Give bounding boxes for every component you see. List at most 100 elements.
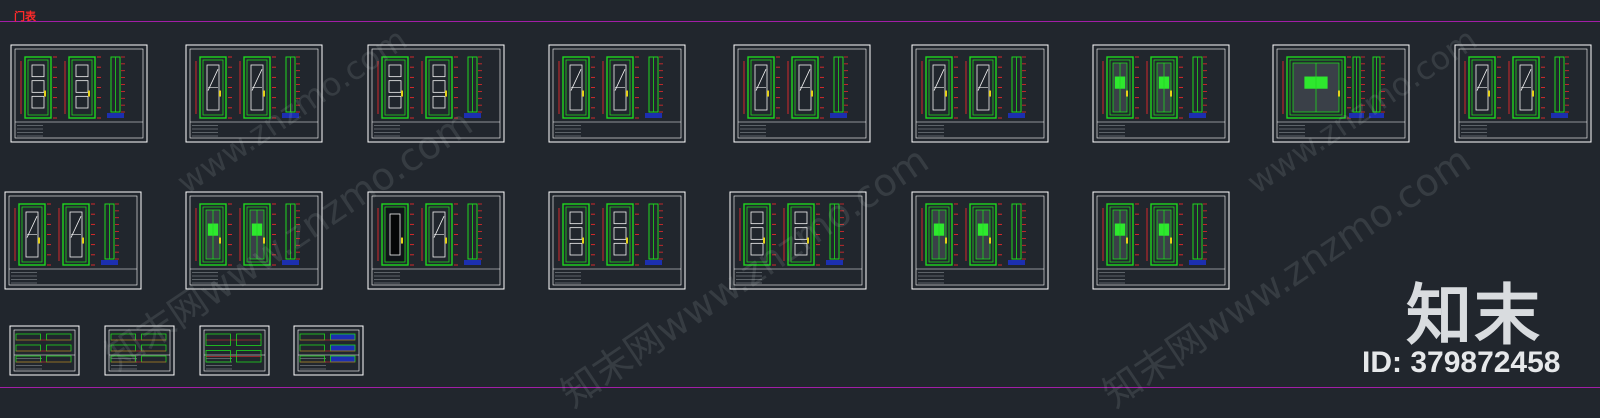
door-handle (1126, 237, 1128, 244)
sheet-outer-frame (548, 191, 686, 290)
door-inner-frame (71, 59, 93, 116)
sheet-outer-frame (4, 191, 142, 290)
drawing-sheet (199, 325, 270, 376)
door-section-base (1008, 113, 1025, 118)
sheet-outer-frame (729, 191, 867, 290)
door-handle (1126, 90, 1128, 97)
door-handle (1338, 90, 1340, 97)
sheet-outer-frame (104, 325, 175, 376)
door-handle (763, 237, 765, 244)
door-handle (219, 90, 221, 97)
door-inner-frame (746, 206, 768, 263)
door-panel (613, 242, 627, 256)
door-leaf (743, 203, 771, 266)
sheet-inner-frame (13, 329, 76, 372)
door-handle (82, 237, 84, 244)
door-handle (401, 90, 403, 97)
drawing-sheet (729, 191, 867, 290)
sheet-inner-frame (915, 48, 1045, 139)
sheet-outer-frame (1454, 44, 1592, 143)
door-leaf (425, 56, 453, 119)
door-section-base (830, 113, 847, 118)
door-panel (31, 64, 45, 78)
drawing-sheet (293, 325, 364, 376)
brand-logo-text: 知末 (1406, 277, 1542, 354)
door-panel (569, 211, 583, 225)
door-panel (388, 80, 402, 93)
node-detail (110, 333, 136, 341)
sheet-inner-frame (737, 48, 867, 139)
sheet-inner-frame (108, 329, 171, 372)
drawing-sheet (367, 191, 505, 290)
door-handle (1170, 90, 1172, 97)
sheet-inner-frame (552, 48, 682, 139)
door-panel (31, 95, 45, 109)
door-panel (75, 64, 89, 78)
door-section-base (1369, 113, 1384, 118)
drawing-sheet (1092, 191, 1230, 290)
drawing-sheet (548, 44, 686, 143)
door-panel (569, 242, 583, 256)
door-section-base (101, 260, 118, 265)
sheet-inner-frame (733, 195, 863, 286)
door-panel (613, 227, 627, 240)
door-handle (811, 90, 813, 97)
node-detail (15, 344, 41, 352)
sheet-outer-frame (733, 44, 871, 143)
door-panel (750, 211, 764, 225)
door-leaf (24, 56, 52, 119)
sheet-inner-frame (371, 48, 501, 139)
drawing-sheet (548, 191, 686, 290)
door-handle (263, 90, 265, 97)
door-inner-frame (384, 59, 406, 116)
door-inner-frame (27, 59, 49, 116)
door-leaf (381, 56, 409, 119)
drawing-sheet (911, 191, 1049, 290)
door-leaf (562, 203, 590, 266)
door-handle (263, 237, 265, 244)
drawing-sheet (367, 44, 505, 143)
door-section-base (282, 113, 299, 118)
drawing-sheet (1454, 44, 1592, 143)
sheet-outer-frame (185, 44, 323, 143)
sheet-outer-frame (911, 44, 1049, 143)
door-handle (767, 90, 769, 97)
node-detail (110, 344, 136, 352)
door-panel (750, 227, 764, 240)
drawing-sheet (104, 325, 175, 376)
node-detail (110, 355, 136, 363)
door-inner-frame (790, 206, 812, 263)
door-panel (75, 80, 89, 93)
drawing-sheet (4, 191, 142, 290)
door-section-base (1008, 260, 1025, 265)
door-panel (432, 80, 446, 93)
door-handle (44, 90, 46, 97)
node-detail (15, 333, 41, 341)
door-handle (989, 237, 991, 244)
door-panel (613, 211, 627, 225)
node-detail (46, 355, 72, 363)
door-section-base (645, 113, 662, 118)
door-leaf (606, 203, 634, 266)
node-detail (46, 333, 72, 341)
node-detail (299, 355, 325, 363)
door-panel (388, 95, 402, 109)
door-panel (388, 64, 402, 78)
node-detail (330, 333, 356, 341)
asset-id-label: ID: 379872458 (1362, 346, 1561, 379)
door-handle (807, 237, 809, 244)
door-handle (989, 90, 991, 97)
door-panel (75, 95, 89, 109)
sheet-outer-frame (367, 44, 505, 143)
sheet-inner-frame (1458, 48, 1588, 139)
drawing-sheet (9, 325, 80, 376)
sheet-inner-frame (14, 48, 144, 139)
node-detail (330, 344, 356, 352)
door-handle (945, 237, 947, 244)
door-section-base (107, 113, 124, 118)
door-panel (569, 227, 583, 240)
door-handle (38, 237, 40, 244)
sheet-inner-frame (189, 48, 319, 139)
door-handle (1532, 90, 1534, 97)
drawing-sheets-canvas[interactable] (0, 0, 1600, 408)
